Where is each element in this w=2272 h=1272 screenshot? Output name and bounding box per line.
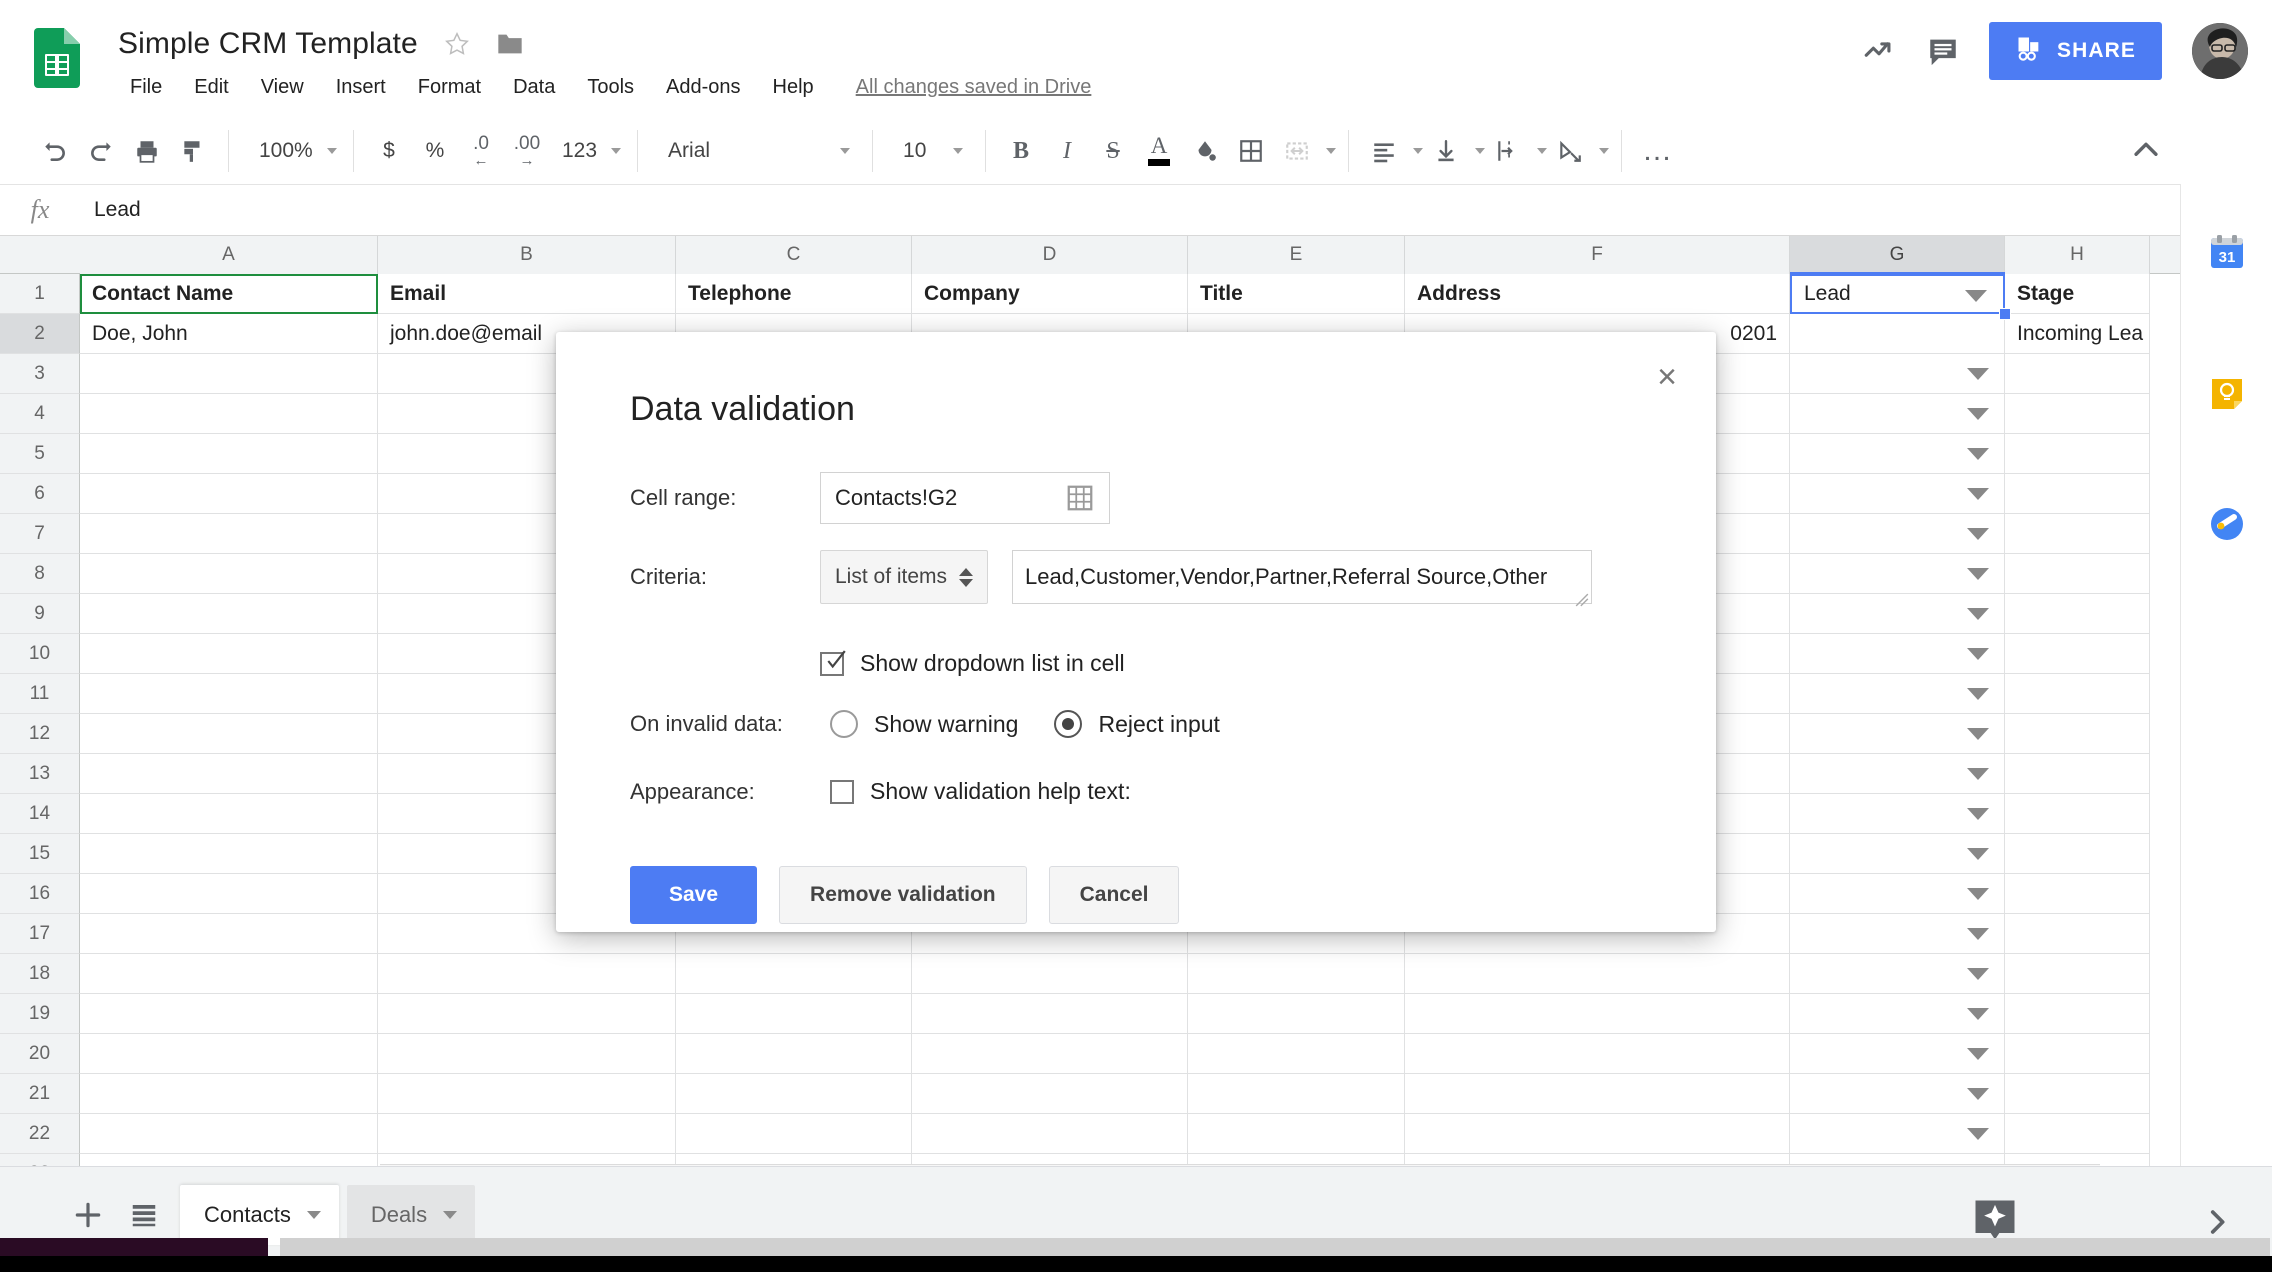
fill-handle[interactable]: [1999, 308, 2011, 320]
criteria-items-input[interactable]: Lead,Customer,Vendor,Partner,Referral So…: [1012, 550, 1593, 607]
cell-range-value: Contacts!G2: [835, 485, 958, 510]
column-g-selection-bar: [1790, 272, 2005, 276]
select-range-icon[interactable]: [1065, 483, 1095, 513]
radio-dot: [1062, 718, 1075, 730]
show-dropdown-label: Show dropdown list in cell: [860, 650, 1125, 676]
close-icon[interactable]: ×: [1644, 354, 1690, 400]
checkmark-icon: [825, 649, 846, 670]
reject-input-radio[interactable]: [1054, 710, 1083, 738]
show-warning-radio[interactable]: [830, 710, 858, 738]
invalid-data-row: On invalid data: Show warning Reject inp…: [630, 710, 1220, 738]
show-help-text-checkbox[interactable]: [830, 779, 854, 804]
cell-g2-value: Lead: [1804, 282, 1851, 305]
cancel-button[interactable]: Cancel: [1048, 866, 1180, 924]
google-sheets-window: Simple CRM Template File Edit View Inser…: [0, 0, 2272, 1272]
remove-validation-button[interactable]: Remove validation: [779, 866, 1027, 924]
invalid-data-label: On invalid data:: [630, 711, 783, 736]
show-warning-label: Show warning: [874, 710, 1019, 737]
dialog-title: Data validation: [630, 390, 855, 428]
spinner-icon: [959, 567, 974, 587]
reject-input-label: Reject input: [1098, 710, 1220, 737]
appearance-row: Appearance: Show validation help text:: [630, 778, 1131, 805]
criteria-type-select[interactable]: List of items: [820, 550, 989, 604]
data-validation-dialog: × Data validation Cell range: Contacts!G…: [556, 332, 1716, 932]
dialog-overlay: × Data validation Cell range: Contacts!G…: [0, 0, 2272, 1272]
criteria-items-value: Lead,Customer,Vendor,Partner,Referral So…: [1025, 564, 1548, 589]
dialog-buttons: Save Remove validation Cancel: [630, 866, 1180, 924]
validated-cell-g2[interactable]: Lead: [1790, 274, 2005, 314]
criteria-row: Criteria: List of items Lead,Customer,Ve…: [630, 550, 1593, 607]
criteria-label: Criteria:: [630, 564, 708, 589]
resize-grip-icon[interactable]: [1575, 587, 1589, 607]
show-dropdown-checkbox[interactable]: [820, 649, 846, 676]
criteria-type-value: List of items: [835, 565, 948, 588]
cell-range-label: Cell range:: [630, 485, 737, 510]
active-cell-a2[interactable]: [80, 274, 378, 314]
chevron-down-icon: [959, 578, 974, 587]
cell-range-row: Cell range: Contacts!G2: [630, 472, 1110, 524]
chevron-up-icon: [959, 567, 974, 576]
appearance-label: Appearance:: [630, 778, 755, 804]
show-dropdown-row: Show dropdown list in cell: [820, 649, 1125, 677]
show-help-text-label: Show validation help text:: [870, 778, 1131, 804]
dropdown-arrow-icon[interactable]: [1965, 290, 1987, 302]
save-button[interactable]: Save: [630, 866, 758, 924]
cell-range-input[interactable]: Contacts!G2: [820, 472, 1110, 524]
